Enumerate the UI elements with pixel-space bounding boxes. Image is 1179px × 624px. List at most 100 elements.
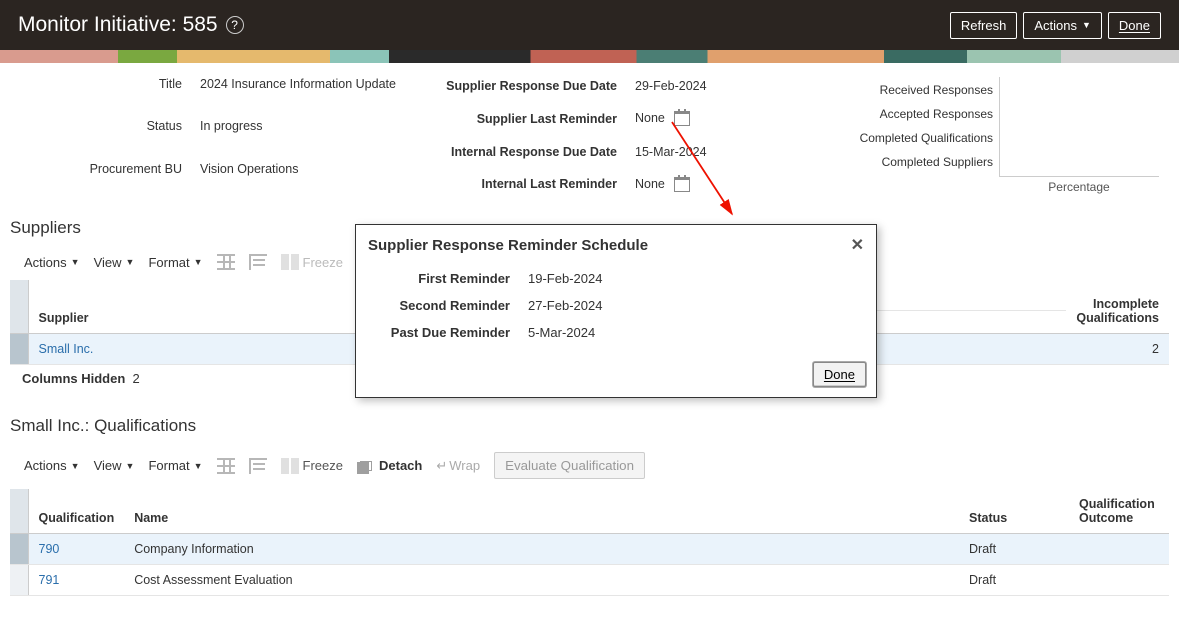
evaluate-qualification-button: Evaluate Qualification — [494, 452, 645, 479]
value-first-reminder: 19-Feb-2024 — [528, 271, 864, 286]
info-left-grid: Title 2024 Insurance Information Update … — [20, 77, 420, 194]
toolbar-view-label: View — [94, 458, 122, 473]
done-button-label: Done — [1119, 18, 1150, 33]
refresh-button[interactable]: Refresh — [950, 12, 1018, 39]
toolbar-format[interactable]: Format ▼ — [148, 458, 202, 473]
actions-button[interactable]: Actions ▼ — [1023, 12, 1102, 39]
toolbar-format-label: Format — [148, 255, 189, 270]
value-pastdue-reminder: 5-Mar-2024 — [528, 325, 864, 340]
caret-down-icon: ▼ — [194, 257, 203, 267]
toolbar-format-label: Format — [148, 458, 189, 473]
label-internal-rem: Internal Last Reminder — [435, 177, 635, 191]
columns-hidden-count: 2 — [133, 371, 140, 386]
row-handle[interactable] — [10, 334, 28, 365]
label-pbu: Procurement BU — [20, 162, 200, 176]
dialog-done-label: Done — [824, 367, 855, 382]
toolbar-detach[interactable]: Detach — [357, 458, 422, 474]
qualification-link[interactable]: 790 — [39, 542, 60, 556]
cell-outcome — [1069, 565, 1169, 596]
value-second-reminder: 27-Feb-2024 — [528, 298, 864, 313]
dialog-title-bar: Supplier Response Reminder Schedule ✕ — [356, 225, 876, 265]
dialog-title: Supplier Response Reminder Schedule — [368, 237, 648, 254]
quals-toolbar: Actions▼ View ▼ Format ▼ Freeze Detach ↵ W… — [0, 442, 1179, 489]
qualification-link[interactable]: 791 — [39, 573, 60, 587]
progress-chart: Received Responses Accepted Responses Co… — [860, 77, 1159, 194]
table-options-icon[interactable] — [249, 254, 267, 270]
toolbar-actions[interactable]: Actions ▼ — [24, 255, 80, 270]
col-status[interactable]: Status — [959, 489, 1069, 534]
dialog-footer: Done — [356, 356, 876, 397]
row-handle[interactable] — [10, 534, 28, 565]
caret-down-icon: ▼ — [126, 461, 135, 471]
col-qualification[interactable]: Qualification — [28, 489, 124, 534]
chart-box — [999, 77, 1159, 177]
label-pastdue-reminder: Past Due Reminder — [368, 325, 528, 340]
toolbar-format[interactable]: Format ▼ — [148, 255, 202, 270]
table-row[interactable]: 790 Company Information Draft — [10, 534, 1169, 565]
toolbar-freeze[interactable]: Freeze — [281, 458, 343, 474]
actions-button-label: Actions — [1034, 18, 1077, 33]
done-button[interactable]: Done — [1108, 12, 1161, 39]
dialog-done-button[interactable]: Done — [813, 362, 866, 387]
chart-label: Received Responses — [860, 83, 993, 97]
value-supplier-rem: None — [635, 111, 745, 126]
freeze-icon — [281, 458, 299, 474]
toolbar-view[interactable]: View ▼ — [94, 458, 135, 473]
col-outcome[interactable]: Qualification Outcome — [1069, 489, 1169, 534]
table-options-icon[interactable] — [249, 458, 267, 474]
value-supplier-due: 29-Feb-2024 — [635, 79, 745, 93]
calendar-icon[interactable] — [674, 111, 690, 126]
quals-table-wrap: Qualification Name Status Qualification … — [0, 489, 1179, 596]
initiative-info: Title 2024 Insurance Information Update … — [0, 63, 1179, 202]
label-title: Title — [20, 77, 200, 91]
value-status: In progress — [200, 119, 420, 133]
detach-icon — [357, 458, 375, 474]
caret-down-icon: ▼ — [71, 257, 80, 267]
toolbar-wrap[interactable]: ↵ Wrap — [436, 458, 480, 474]
row-handle-header — [10, 489, 28, 534]
close-icon[interactable]: ✕ — [851, 235, 864, 255]
label-second-reminder: Second Reminder — [368, 298, 528, 313]
page-title-text: Monitor Initiative: 585 — [18, 13, 218, 37]
caret-down-icon: ▼ — [126, 257, 135, 267]
calendar-icon[interactable] — [674, 177, 690, 192]
value-internal-rem: None — [635, 177, 745, 192]
grid-icon[interactable] — [217, 458, 235, 474]
page-header: Monitor Initiative: 585 ? Refresh Action… — [0, 0, 1179, 50]
supplier-link[interactable]: Small Inc. — [39, 342, 94, 356]
label-first-reminder: First Reminder — [368, 271, 528, 286]
toolbar-view[interactable]: View ▼ — [94, 255, 135, 270]
grid-icon[interactable] — [217, 254, 235, 270]
cell-outcome — [1069, 534, 1169, 565]
col-name[interactable]: Name — [124, 489, 959, 534]
cell-status: Draft — [959, 565, 1069, 596]
value-title: 2024 Insurance Information Update — [200, 77, 420, 91]
chart-label: Completed Qualifications — [860, 131, 993, 145]
cell-name: Cost Assessment Evaluation — [124, 565, 959, 596]
toolbar-actions-label: Actions — [24, 255, 67, 270]
col-incomplete[interactable]: Incomplete Qualifications — [1066, 280, 1169, 334]
cell-incomplete: 2 — [1066, 334, 1169, 365]
toolbar-view-label: View — [94, 255, 122, 270]
cell-status: Draft — [959, 534, 1069, 565]
toolbar-actions-label: Actions — [24, 458, 67, 473]
decorative-ribbon — [0, 50, 1179, 63]
table-row[interactable]: 791 Cost Assessment Evaluation Draft — [10, 565, 1169, 596]
row-handle[interactable] — [10, 565, 28, 596]
toolbar-freeze: Freeze — [281, 254, 343, 270]
info-mid-grid: Supplier Response Due Date 29-Feb-2024 S… — [435, 77, 745, 194]
caret-down-icon: ▼ — [194, 461, 203, 471]
chart-labels: Received Responses Accepted Responses Co… — [860, 77, 999, 169]
row-handle-header — [10, 280, 28, 334]
freeze-icon — [281, 254, 299, 270]
reminder-schedule-dialog: Supplier Response Reminder Schedule ✕ Fi… — [355, 224, 877, 398]
chart-axis-label: Percentage — [999, 177, 1159, 194]
help-icon[interactable]: ? — [226, 16, 244, 34]
cell-name: Company Information — [124, 534, 959, 565]
toolbar-actions[interactable]: Actions▼ — [24, 458, 80, 473]
page-title: Monitor Initiative: 585 ? — [18, 13, 244, 37]
detach-label: Detach — [379, 458, 422, 473]
value-pbu: Vision Operations — [200, 162, 420, 176]
freeze-label: Freeze — [303, 458, 343, 473]
value-internal-due: 15-Mar-2024 — [635, 145, 745, 159]
